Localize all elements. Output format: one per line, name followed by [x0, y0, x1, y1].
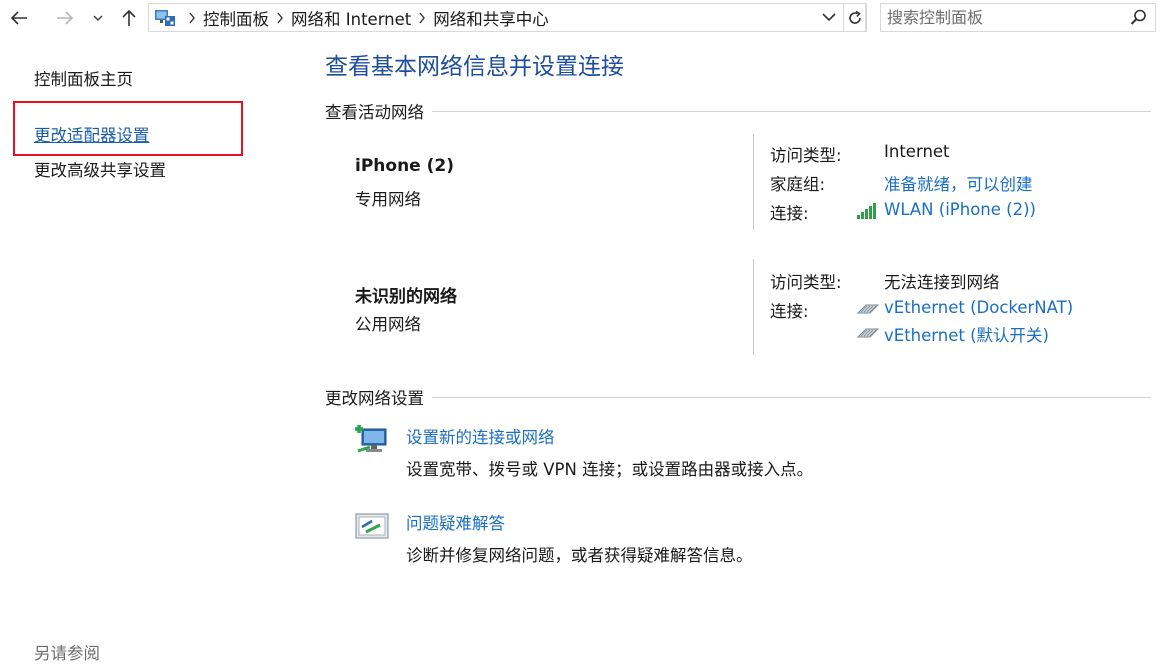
page-title: 查看基本网络信息并设置连接: [325, 54, 624, 80]
address-bar[interactable]: 控制面板 网络和 Internet 网络和共享中心: [148, 3, 866, 32]
search-box: [880, 3, 1156, 32]
breadcrumb-item-sharing-center[interactable]: 网络和共享中心: [433, 6, 549, 30]
connection-link-docker[interactable]: vEthernet (DockerNAT): [884, 298, 1073, 317]
network-name: 未识别的网络: [355, 287, 457, 307]
change-advanced-sharing-link[interactable]: 更改高级共享设置: [34, 157, 166, 181]
section-heading: 查看活动网络: [325, 103, 424, 122]
setup-connection-description: 设置宽带、拨号或 VPN 连接；或设置路由器或接入点。: [406, 460, 814, 479]
refresh-button[interactable]: [843, 3, 867, 32]
control-panel-home-link[interactable]: 控制面板主页: [34, 66, 133, 90]
chevron-down-icon: [93, 15, 103, 22]
back-arrow-icon: [10, 11, 27, 25]
connection-link-wlan[interactable]: WLAN (iPhone (2)): [884, 200, 1036, 219]
refresh-icon: [849, 10, 861, 24]
recent-locations-button[interactable]: [89, 4, 107, 32]
breadcrumb-chevron-icon[interactable]: [411, 12, 433, 24]
divider: [432, 110, 1151, 112]
back-button[interactable]: [6, 4, 32, 32]
breadcrumb: 控制面板 网络和 Internet 网络和共享中心: [181, 4, 549, 31]
access-type-value: 无法连接到网络: [884, 273, 1000, 292]
address-history-button[interactable]: [818, 3, 840, 32]
ethernet-adapter-icon: [856, 304, 880, 314]
chevron-down-icon: [822, 13, 836, 22]
forward-arrow-icon: [57, 11, 74, 25]
change-adapter-settings-link[interactable]: 更改适配器设置: [34, 122, 150, 146]
homegroup-link[interactable]: 准备就绪，可以创建: [884, 171, 1033, 195]
navigation-bar: 控制面板 网络和 Internet 网络和共享中心: [0, 0, 1164, 36]
breadcrumb-item-control-panel[interactable]: 控制面板: [203, 6, 269, 30]
connections-label: 连接:: [770, 204, 809, 223]
network-category: 公用网络: [355, 315, 421, 334]
connection-link-default-switch[interactable]: vEthernet (默认开关): [884, 322, 1049, 346]
section-heading: 更改网络设置: [325, 389, 424, 408]
troubleshoot-link[interactable]: 问题疑难解答: [406, 510, 505, 534]
setup-connection-link[interactable]: 设置新的连接或网络: [406, 424, 555, 448]
breadcrumb-item-network-internet[interactable]: 网络和 Internet: [291, 6, 411, 30]
network-name: iPhone (2): [355, 156, 454, 176]
homegroup-label: 家庭组:: [770, 175, 826, 194]
breadcrumb-chevron-icon[interactable]: [181, 12, 203, 24]
active-networks-section: 查看活动网络: [325, 99, 1151, 123]
connections-label: 连接:: [770, 302, 809, 321]
change-settings-section: 更改网络设置: [325, 385, 1151, 409]
troubleshoot-description: 诊断并修复网络问题，或者获得疑难解答信息。: [406, 546, 753, 565]
control-panel-icon: [155, 10, 175, 26]
up-button[interactable]: [116, 4, 142, 32]
divider: [432, 396, 1151, 398]
search-icon[interactable]: [1130, 9, 1147, 26]
network-category: 专用网络: [355, 190, 421, 209]
new-connection-icon: [355, 425, 387, 453]
breadcrumb-chevron-icon[interactable]: [269, 12, 291, 24]
wifi-signal-icon: [857, 203, 876, 219]
see-also-heading: 另请参阅: [34, 644, 100, 663]
forward-button[interactable]: [52, 4, 78, 32]
divider: [753, 134, 754, 230]
ethernet-adapter-icon: [856, 328, 880, 338]
access-type-value: Internet: [884, 142, 950, 161]
access-type-label: 访问类型:: [770, 146, 842, 165]
up-arrow-icon: [122, 9, 136, 26]
access-type-label: 访问类型:: [770, 273, 842, 292]
search-input[interactable]: [887, 6, 1117, 29]
divider: [753, 259, 754, 355]
troubleshoot-icon: [355, 513, 389, 539]
